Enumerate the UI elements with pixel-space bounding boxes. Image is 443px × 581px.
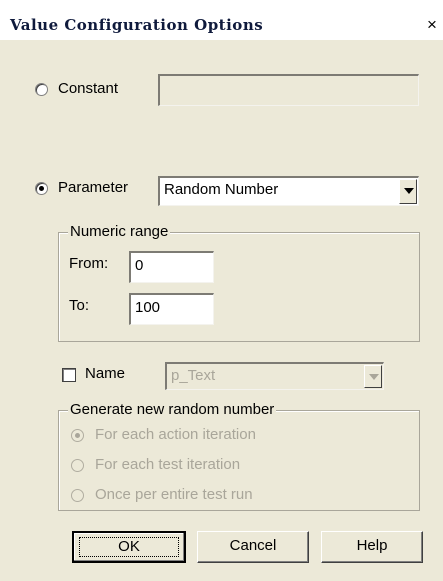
option-once-per-run-radio[interactable] (71, 489, 84, 502)
name-select-value: p_Text (171, 367, 216, 384)
constant-radio[interactable] (35, 83, 48, 96)
chevron-down-icon[interactable] (364, 365, 382, 388)
option-each-action-radio[interactable] (71, 429, 84, 442)
option-once-per-run-label[interactable]: Once per entire test run (95, 486, 253, 503)
parameter-type-value: Random Number (164, 181, 279, 198)
option-each-test-label[interactable]: For each test iteration (95, 456, 240, 473)
constant-value-field[interactable] (158, 74, 419, 106)
cancel-button[interactable]: Cancel (197, 531, 309, 563)
name-checkbox[interactable] (62, 368, 76, 382)
parameter-label[interactable]: Parameter (58, 179, 128, 196)
from-input[interactable]: 0 (129, 251, 214, 283)
chevron-down-icon[interactable] (399, 179, 417, 204)
to-label: To: (69, 297, 90, 314)
name-select[interactable]: p_Text (165, 362, 384, 390)
parameter-radio[interactable] (35, 182, 48, 195)
help-button[interactable]: Help (321, 531, 423, 563)
constant-label[interactable]: Constant (58, 80, 118, 97)
focus-rect (79, 537, 179, 557)
generate-random-legend: Generate new random number (68, 401, 277, 418)
parameter-type-select[interactable]: Random Number (158, 176, 419, 206)
to-input[interactable]: 100 (129, 293, 214, 325)
numeric-range-legend: Numeric range (68, 223, 171, 240)
name-label[interactable]: Name (85, 365, 125, 382)
value-configuration-dialog: Value Configuration Options × Constant P… (0, 0, 443, 581)
title-bar: Value Configuration Options × (0, 0, 443, 40)
option-each-action-label[interactable]: For each action iteration (95, 426, 256, 443)
option-each-test-radio[interactable] (71, 459, 84, 472)
from-label: From: (69, 255, 109, 272)
dialog-title: Value Configuration Options (10, 16, 264, 34)
ok-button[interactable]: OK (72, 531, 186, 563)
close-icon[interactable]: × (424, 16, 440, 33)
numeric-range-group (58, 232, 420, 342)
